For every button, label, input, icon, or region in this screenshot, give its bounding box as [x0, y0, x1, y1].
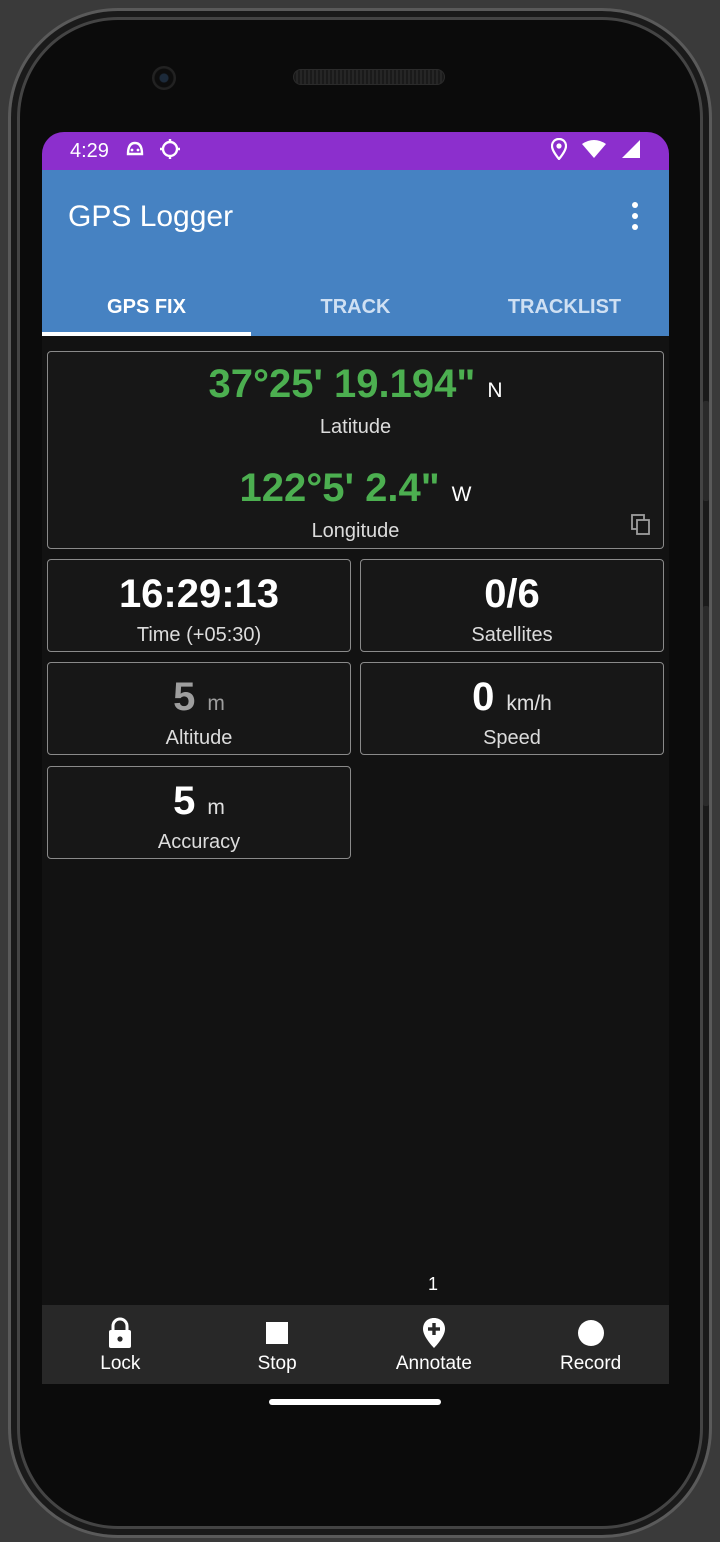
altitude-card: 5 m Altitude — [47, 662, 351, 755]
power-button — [703, 401, 709, 501]
wifi-icon — [581, 139, 607, 164]
time-label: Time (+05:30) — [136, 624, 262, 646]
satellites-value: 0/6 — [484, 572, 540, 616]
annotate-button[interactable]: Annotate — [356, 1305, 513, 1384]
app-bar: GPS Logger GPS FIX TRACK TRACKLIST — [42, 170, 669, 336]
add-location-icon — [421, 1317, 447, 1349]
front-camera — [152, 66, 176, 90]
status-time: 4:29 — [70, 139, 109, 162]
earpiece-speaker — [293, 69, 445, 85]
speed-card: 0 km/h Speed — [360, 662, 664, 755]
screen: 4:29 GPS Logger GPS FIX TRACK TRACKLIST … — [42, 132, 669, 1384]
longitude-row: 122°5' 2.4" W — [48, 466, 663, 511]
lock-button[interactable]: Lock — [42, 1305, 199, 1384]
stop-button[interactable]: Stop — [199, 1305, 356, 1384]
lock-label: Lock — [100, 1353, 141, 1374]
accuracy-unit: m — [207, 796, 225, 819]
satellites-label: Satellites — [471, 624, 553, 646]
latitude-value: 37°25' 19.194" — [208, 362, 476, 406]
altitude-label: Altitude — [165, 727, 233, 749]
bottom-action-bar: Lock Stop Annotate Record — [42, 1305, 669, 1384]
coordinates-card: 37°25' 19.194" N Latitude 122°5' 2.4" W … — [47, 351, 664, 549]
accuracy-label: Accuracy — [157, 831, 241, 853]
record-button[interactable]: Record — [512, 1305, 669, 1384]
latitude-hemisphere: N — [487, 379, 503, 402]
tab-tracklist[interactable]: TRACKLIST — [460, 278, 669, 336]
longitude-hemisphere: W — [451, 483, 472, 506]
location-pin-icon — [550, 137, 568, 165]
latitude-label: Latitude — [319, 416, 392, 438]
lock-icon — [107, 1317, 133, 1349]
latitude-row: 37°25' 19.194" N — [48, 362, 663, 407]
longitude-value: 122°5' 2.4" — [239, 466, 440, 510]
annotate-label: Annotate — [395, 1353, 472, 1374]
tab-gps-fix[interactable]: GPS FIX — [42, 278, 251, 336]
record-label: Record — [560, 1353, 622, 1374]
speed-label: Speed — [483, 727, 541, 749]
stop-icon — [265, 1317, 289, 1349]
satellites-card: 0/6 Satellites — [360, 559, 664, 652]
record-icon — [577, 1317, 605, 1349]
time-value: 16:29:13 — [118, 572, 280, 616]
altitude-value: 5 — [173, 675, 196, 719]
status-bar: 4:29 — [42, 132, 669, 170]
cell-signal-icon — [621, 139, 641, 164]
sync-circle-icon — [159, 138, 181, 165]
altitude-unit: m — [207, 692, 225, 715]
longitude-label: Longitude — [311, 520, 400, 542]
accuracy-value: 5 — [173, 779, 196, 823]
copy-icon[interactable] — [631, 514, 651, 541]
stop-label: Stop — [257, 1353, 297, 1374]
more-vertical-icon[interactable] — [625, 200, 645, 232]
tab-track[interactable]: TRACK — [251, 278, 460, 336]
home-indicator[interactable] — [269, 1399, 441, 1405]
tab-bar: GPS FIX TRACK TRACKLIST — [42, 278, 669, 336]
app-title: GPS Logger — [68, 200, 234, 233]
time-card: 16:29:13 Time (+05:30) — [47, 559, 351, 652]
speed-unit: km/h — [506, 692, 552, 715]
speed-value: 0 — [472, 675, 495, 719]
page-indicator: 1 — [427, 1274, 438, 1294]
volume-button — [703, 606, 709, 806]
accuracy-card: 5 m Accuracy — [47, 766, 351, 859]
android-face-icon — [125, 140, 145, 163]
